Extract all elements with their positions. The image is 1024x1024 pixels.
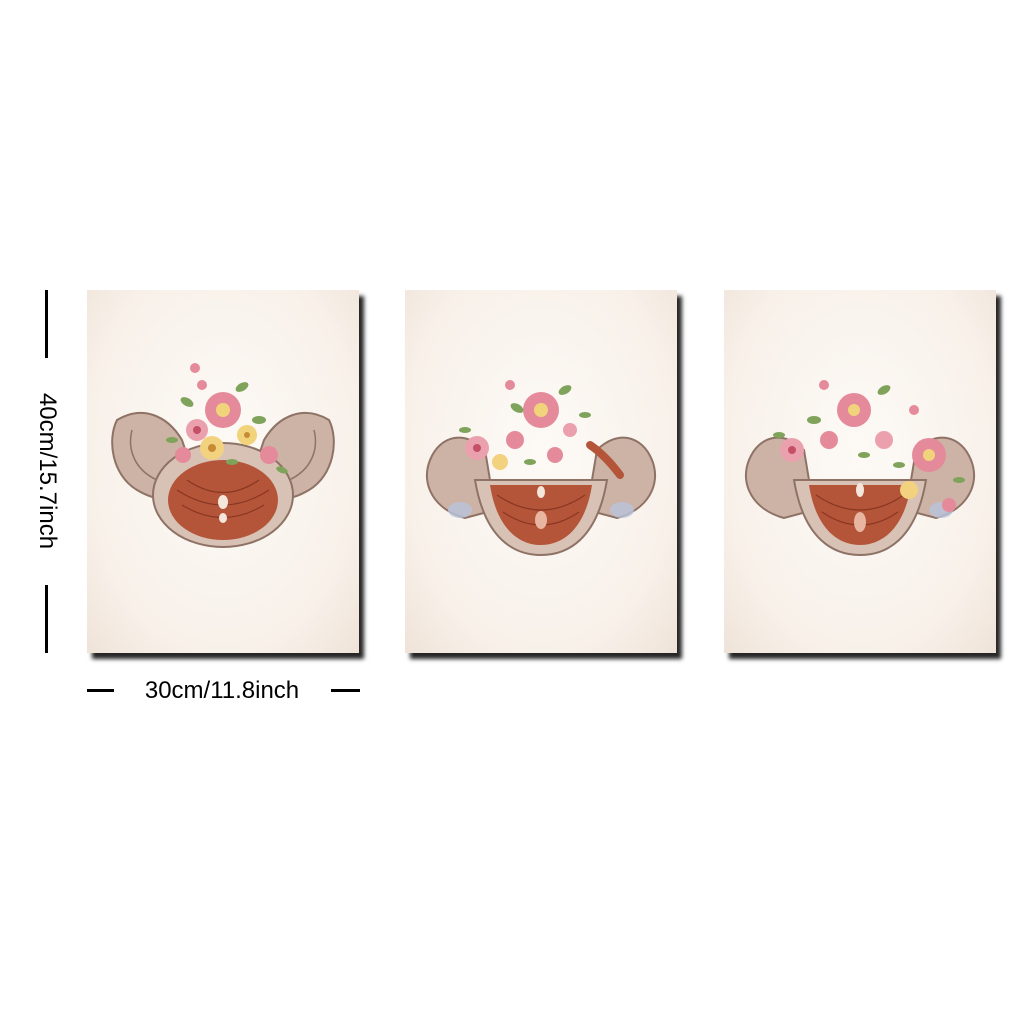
art-print-panel-1 xyxy=(87,290,359,653)
width-dimension-left-line xyxy=(87,689,114,692)
pelvis-illustration-2 xyxy=(425,380,657,557)
flower-bouquet-2 xyxy=(459,380,591,470)
width-dimension-right-line xyxy=(331,689,360,692)
height-dimension-top-line xyxy=(45,290,48,358)
art-print-panel-3 xyxy=(724,290,996,653)
height-dimension-label: 40cm/15.7inch xyxy=(34,392,61,550)
width-dimension-label: 30cm/11.8inch xyxy=(144,677,300,704)
height-dimension-bottom-line xyxy=(45,585,48,653)
pelvis-illustration-3 xyxy=(744,380,976,557)
art-print-panel-2 xyxy=(405,290,677,653)
pelvis-illustration-1 xyxy=(111,363,335,548)
